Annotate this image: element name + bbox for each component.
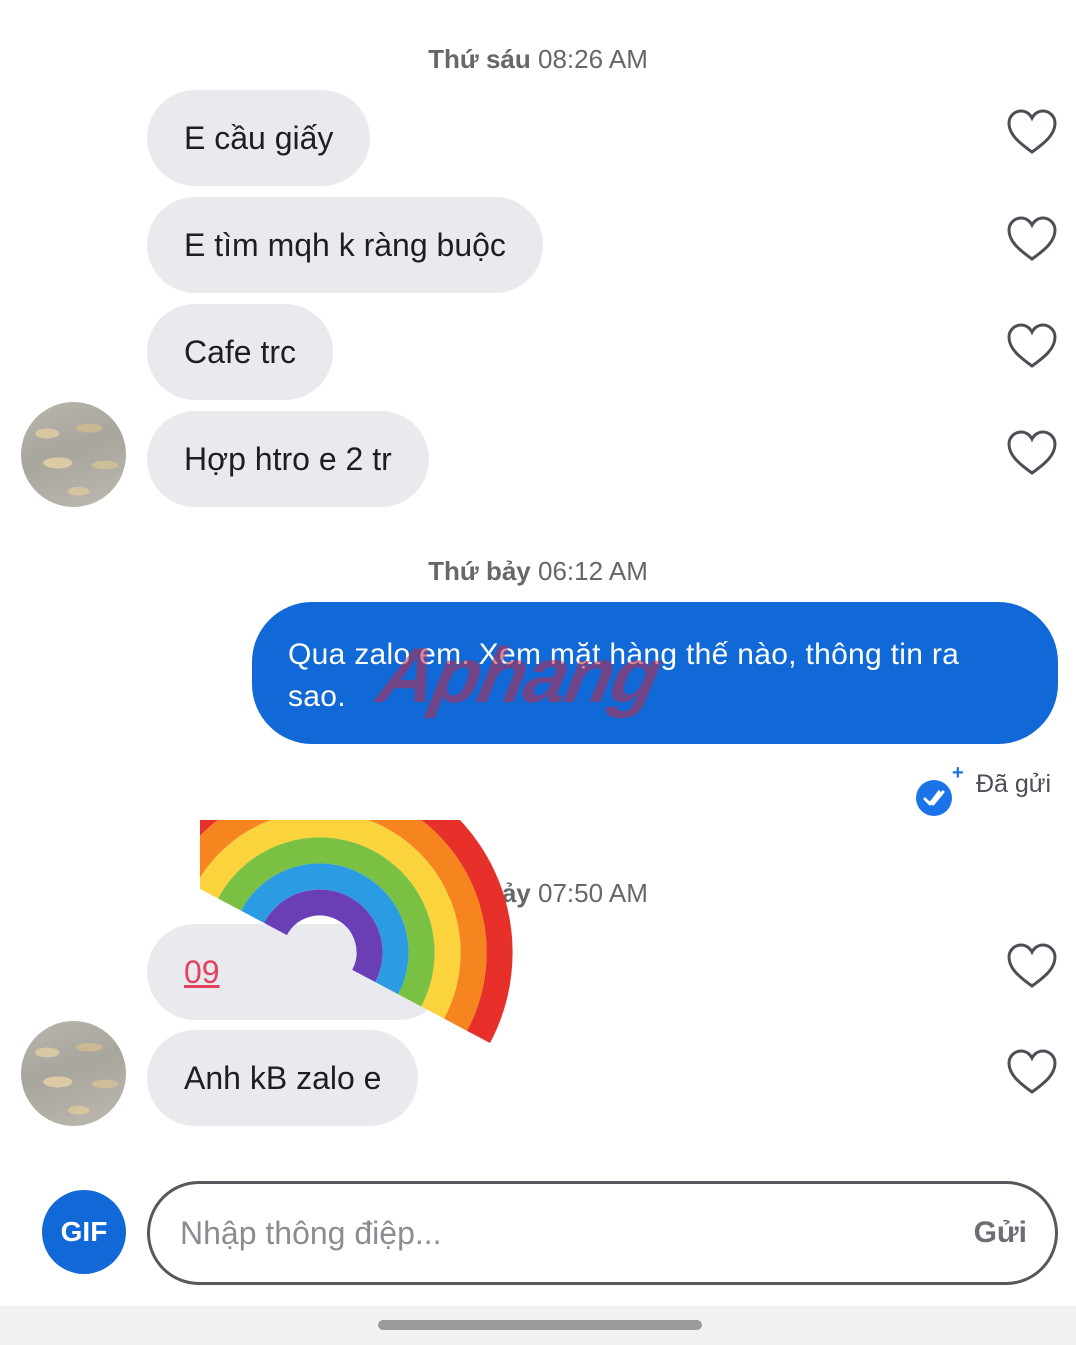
incoming-message[interactable]: Cafe trc [147, 304, 334, 400]
timestamp-header: Thứ bảy 06:12 AM [0, 556, 1076, 587]
gif-button[interactable]: GIF [42, 1190, 126, 1274]
outgoing-message[interactable]: Qua zalo em. Xem mặt hàng thế nào, thông… [252, 602, 1058, 744]
incoming-message[interactable]: E cầu giấy [147, 90, 371, 186]
message-text: Anh kB zalo e [184, 1059, 382, 1096]
plus-icon: + [952, 762, 964, 784]
avatar[interactable] [21, 1021, 126, 1126]
message-text: E cầu giấy [184, 119, 334, 156]
message-text: Qua zalo em. Xem mặt hàng thế nào, thông… [288, 638, 960, 713]
message-input[interactable] [180, 1184, 940, 1282]
timestamp-time: 08:26 AM [538, 44, 648, 74]
heart-icon[interactable] [1006, 322, 1058, 370]
rainbow-sticker [200, 820, 513, 1044]
heart-icon[interactable] [1006, 942, 1058, 990]
timestamp-time: 06:12 AM [538, 556, 648, 586]
heart-icon[interactable] [1006, 429, 1058, 477]
incoming-message[interactable]: Hợp htro e 2 tr [147, 411, 429, 507]
message-text: E tìm mqh k ràng buộc [184, 226, 506, 263]
read-check-icon [916, 780, 952, 816]
timestamp-header: Thứ sáu 08:26 AM [0, 44, 1076, 75]
timestamp-day: Thứ bảy [428, 556, 531, 586]
message-text: Cafe trc [184, 333, 297, 370]
message-composer[interactable]: Gửi [147, 1181, 1058, 1285]
timestamp-day: Thứ sáu [428, 44, 531, 74]
message-text: Hợp htro e 2 tr [184, 440, 392, 477]
home-indicator[interactable] [378, 1320, 702, 1330]
heart-icon[interactable] [1006, 215, 1058, 263]
heart-icon[interactable] [1006, 1048, 1058, 1096]
avatar[interactable] [21, 402, 126, 507]
send-button[interactable]: Gửi [974, 1184, 1027, 1282]
incoming-message[interactable]: E tìm mqh k ràng buộc [147, 197, 543, 293]
sent-status: Đã gửi [976, 770, 1052, 798]
heart-icon[interactable] [1006, 108, 1058, 156]
gif-icon: GIF [60, 1216, 108, 1247]
